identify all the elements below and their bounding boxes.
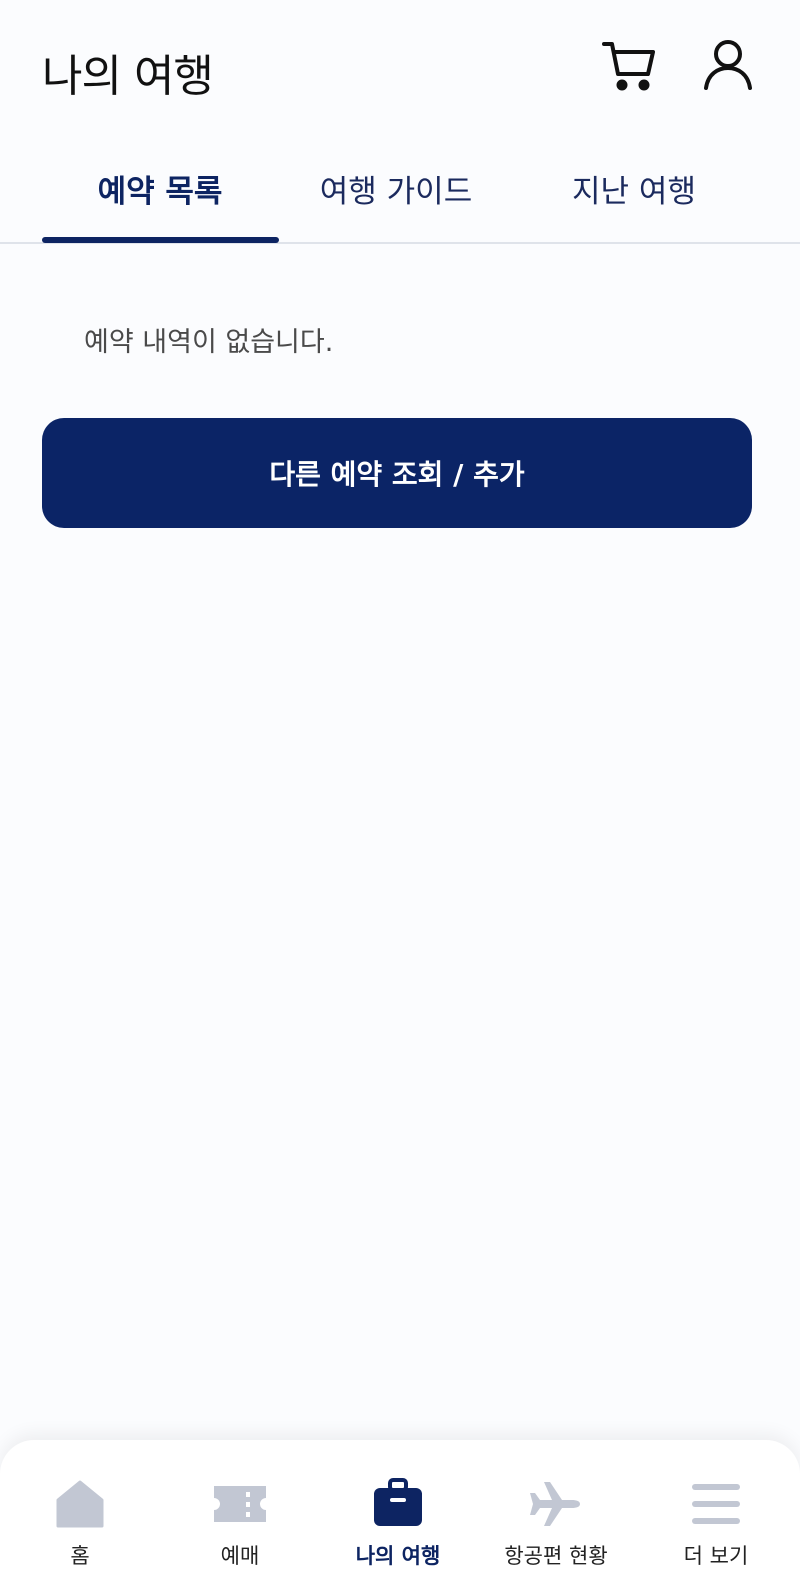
airplane-icon: [528, 1476, 584, 1532]
nav-my-trips[interactable]: 나의 여행: [318, 1440, 478, 1579]
bottom-navigation: 홈 예매 나의 여행 항공편 현황 더 보기: [0, 1440, 800, 1579]
header: 나의 여행: [0, 0, 800, 140]
tab-bar: 예약 목록 여행 가이드 지난 여행: [0, 150, 800, 245]
app-screen: 나의 여행 예약 목록 여행 가이드 지난 여행 예약 내역이 없습니다. 다른…: [0, 0, 800, 1579]
nav-flight-status[interactable]: 항공편 현황: [476, 1440, 636, 1579]
menu-icon: [688, 1476, 744, 1532]
active-tab-indicator: [42, 237, 279, 243]
page-title: 나의 여행: [42, 51, 214, 102]
empty-reservations-message: 예약 내역이 없습니다.: [84, 327, 334, 358]
nav-my-trips-label: 나의 여행: [355, 1544, 441, 1568]
lookup-add-reservation-button[interactable]: 다른 예약 조회 / 추가: [42, 418, 752, 528]
user-icon[interactable]: [698, 36, 758, 96]
nav-flight-status-label: 항공편 현황: [504, 1544, 608, 1568]
nav-more-label: 더 보기: [683, 1544, 749, 1568]
nav-home[interactable]: 홈: [0, 1440, 160, 1579]
tab-travel-guide[interactable]: 여행 가이드: [290, 170, 502, 230]
tab-past-trips[interactable]: 지난 여행: [545, 170, 723, 230]
nav-booking-label: 예매: [220, 1544, 260, 1568]
nav-more[interactable]: 더 보기: [636, 1440, 796, 1579]
cart-icon[interactable]: [600, 36, 660, 96]
briefcase-icon: [370, 1476, 426, 1532]
nav-home-label: 홈: [70, 1544, 90, 1568]
ticket-icon: [212, 1476, 268, 1532]
home-icon: [52, 1476, 108, 1532]
nav-booking[interactable]: 예매: [160, 1440, 320, 1579]
tab-reservations[interactable]: 예약 목록: [42, 170, 278, 230]
